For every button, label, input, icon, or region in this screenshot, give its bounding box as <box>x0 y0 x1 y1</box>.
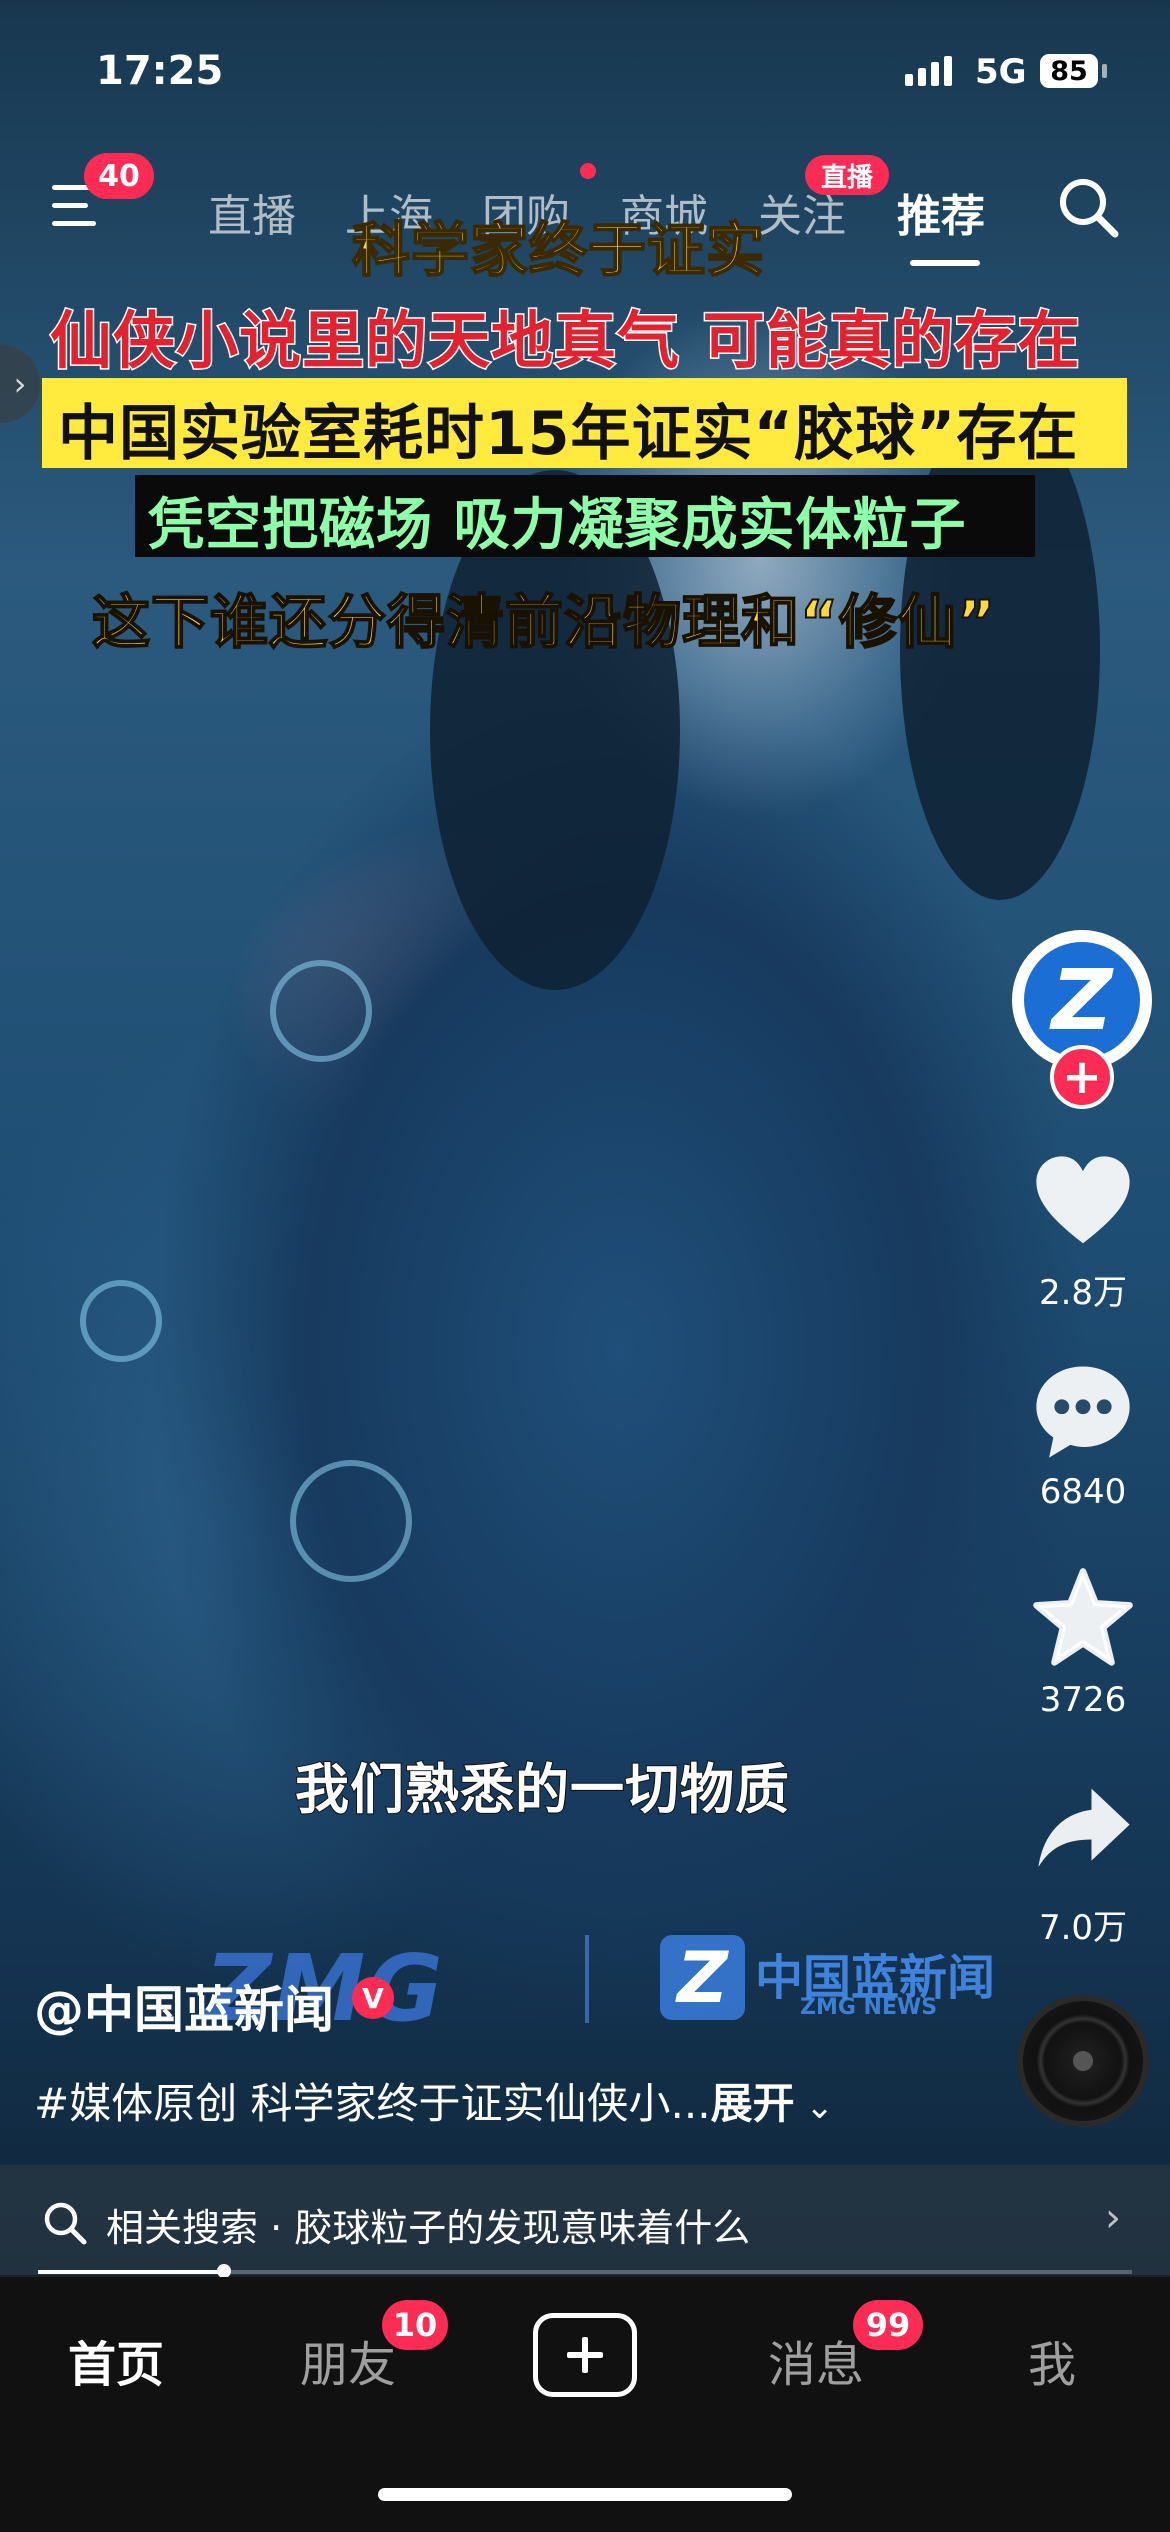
caption-line-4: 凭空把磁场 吸力凝聚成实体粒子 <box>148 493 967 558</box>
friends-badge: 10 <box>382 2300 448 2350</box>
tab-messages[interactable]: 消息 <box>768 2325 864 2395</box>
video-progress-fill <box>38 2270 224 2274</box>
search-icon <box>44 2202 87 2245</box>
tab-recommend[interactable]: 推荐 <box>897 180 985 244</box>
plus-icon <box>567 2337 603 2373</box>
tab-me[interactable]: 我 <box>1028 2325 1076 2395</box>
watermark-separator <box>585 1935 589 2023</box>
create-button[interactable] <box>533 2313 637 2397</box>
description-text: #媒体原创 科学家终于证实仙侠小... <box>34 2079 711 2128</box>
signal-icon <box>905 56 952 86</box>
related-search-separator: · <box>270 2206 283 2250</box>
video-progress-knob[interactable] <box>217 2264 231 2278</box>
chevron-down-icon: ⌄ <box>794 2087 834 2127</box>
heart-icon[interactable] <box>1030 1150 1136 1256</box>
post-description[interactable]: #媒体原创 科学家终于证实仙侠小...展开 ⌄ <box>34 2070 834 2131</box>
related-search-query: 胶球粒子的发现意味着什么 <box>294 2206 751 2250</box>
related-search-prefix: 相关搜索 <box>106 2206 259 2250</box>
tab-friends[interactable]: 朋友 <box>300 2325 396 2395</box>
chevron-right-icon: › <box>1105 2195 1121 2241</box>
video-ornament <box>290 1460 412 1582</box>
battery-tip <box>1102 64 1107 78</box>
share-icon[interactable] <box>1030 1778 1136 1884</box>
tab-dot-indicator <box>580 163 596 179</box>
tab-home[interactable]: 首页 <box>68 2325 164 2395</box>
caption-line-1: 科学家终于证实 <box>351 215 766 285</box>
author-name[interactable]: @中国蓝新闻 <box>34 1970 334 2042</box>
star-icon[interactable] <box>1030 1565 1136 1671</box>
video-ornament <box>270 960 372 1062</box>
tab-live[interactable]: 直播 <box>208 180 296 244</box>
verified-icon: V <box>352 1977 394 2019</box>
caption-line-5: 这下谁还分得清前沿物理和“修仙” <box>91 587 997 657</box>
watermark-subtitle: ZMG NEWS <box>800 1995 938 2020</box>
caption-line-3: 中国实验室耗时15年证实“胶球”存在 <box>58 399 1079 469</box>
caption-line-2: 仙侠小说里的天地真气 可能真的存在 <box>49 303 1082 379</box>
expand-button[interactable]: 展开 <box>711 2079 795 2128</box>
video-subtitle: 我们熟悉的一切物质 <box>294 1757 790 1822</box>
tab-active-underline <box>910 260 980 266</box>
related-search-text: 相关搜索 · 胶球粒子的发现意味着什么 <box>106 2197 750 2252</box>
menu-badge: 40 <box>84 153 154 199</box>
battery-icon: 85 <box>1040 54 1098 88</box>
video-ornament <box>80 1280 162 1362</box>
network-type: 5G <box>975 52 1027 92</box>
follow-button[interactable]: + <box>1050 1045 1114 1109</box>
comment-icon[interactable] <box>1030 1358 1136 1464</box>
status-time: 17:25 <box>96 48 224 94</box>
search-icon[interactable] <box>1055 174 1121 240</box>
messages-badge: 99 <box>853 2300 923 2350</box>
video-feed-screen: 17:25 5G 85 › 40 直播 上海 团购 商城 关注 直播 推荐 科学… <box>0 0 1170 2532</box>
watermark-logo-icon: Z <box>660 1935 745 2020</box>
home-indicator <box>378 2488 792 2501</box>
avatar-logo: Z <box>1024 942 1140 1058</box>
comment-count: 6840 <box>1039 1472 1127 1512</box>
like-count: 2.8万 <box>1038 1273 1128 1313</box>
favorite-count: 3726 <box>1039 1680 1127 1720</box>
live-badge: 直播 <box>805 155 889 195</box>
share-count: 7.0万 <box>1038 1908 1128 1948</box>
music-disc-icon[interactable] <box>1017 1995 1149 2127</box>
